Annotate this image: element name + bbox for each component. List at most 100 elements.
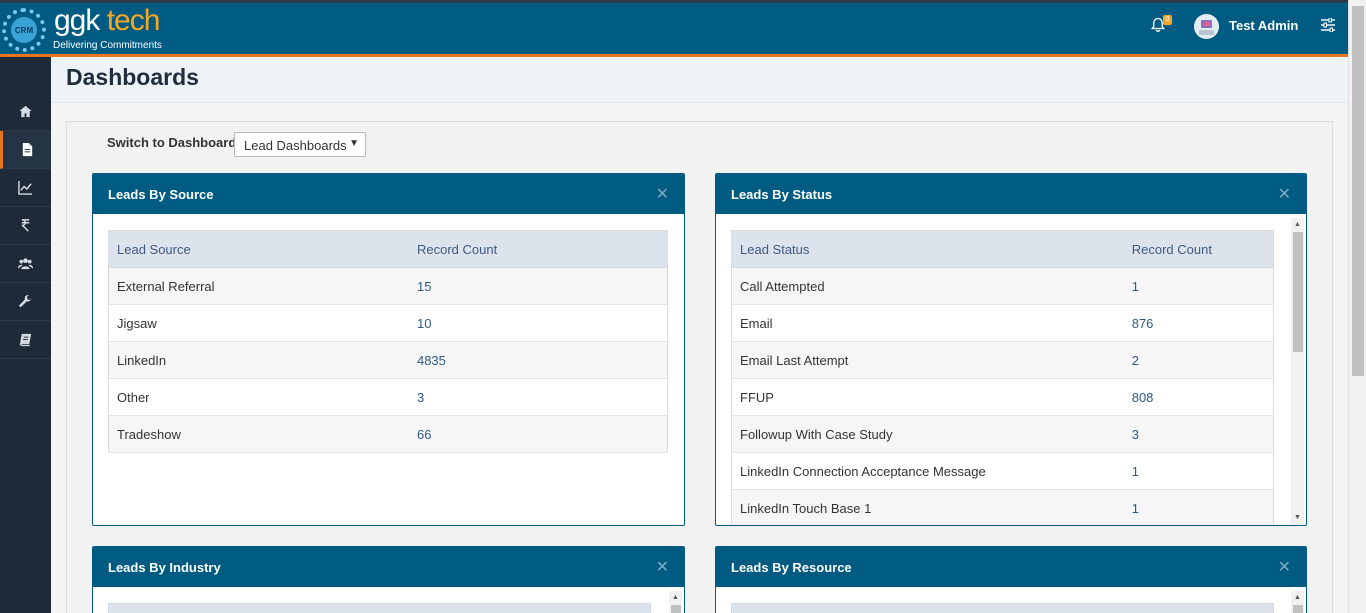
gear-logo-text: CRM xyxy=(11,17,37,43)
close-icon[interactable]: ✕ xyxy=(656,560,669,576)
notification-count-badge: 0 xyxy=(1163,15,1172,25)
record-count-cell[interactable]: 2 xyxy=(1123,341,1274,379)
widget-header: Leads By Status ✕ xyxy=(716,174,1306,214)
table-row: LinkedIn Touch Base 11 xyxy=(731,489,1274,525)
dashboard-select-value: Lead Dashboards xyxy=(244,138,347,153)
record-count-cell[interactable]: 876 xyxy=(1123,304,1274,342)
lead-status-cell: Call Attempted xyxy=(731,267,1124,305)
widget-scrollbar[interactable]: ▲ ▼ xyxy=(1291,218,1304,524)
close-icon[interactable]: ✕ xyxy=(1278,187,1291,203)
widget-title: Leads By Status xyxy=(731,187,833,202)
rupee-icon xyxy=(21,219,30,232)
top-header: CRM ggk tech Delivering Commitments 0 Te… xyxy=(0,0,1348,54)
column-header[interactable]: Lead Source xyxy=(108,230,409,268)
table-header-row: Lead Status Record Count xyxy=(731,230,1274,268)
record-count-cell[interactable]: 4835 xyxy=(408,341,668,379)
crm-gear-logo-icon: CRM xyxy=(2,8,46,52)
table-row: Tradeshow 66 xyxy=(108,415,668,453)
table-row: Followup With Case Study 3 xyxy=(731,415,1274,453)
scroll-up-arrow-icon[interactable]: ▲ xyxy=(1291,591,1304,604)
scrollbar-thumb[interactable] xyxy=(671,605,681,613)
widget-scrollbar[interactable]: ▲ xyxy=(1291,591,1304,613)
dashboard-container: Switch to Dashboard: Lead Dashboards ▼ L… xyxy=(66,121,1333,613)
sidebar-item-reports[interactable] xyxy=(0,169,51,207)
table-row: Jigsaw 10 xyxy=(108,304,668,342)
column-header[interactable]: Lead Status xyxy=(731,230,1124,268)
users-icon xyxy=(18,258,33,270)
table-row: Other 3 xyxy=(108,378,668,416)
scroll-down-arrow-icon[interactable]: ▼ xyxy=(1291,511,1304,524)
record-count-cell[interactable]: 1 xyxy=(1123,267,1274,305)
table-row: LinkedIn 4835 xyxy=(108,341,668,379)
widget-title: Leads By Source xyxy=(108,187,214,202)
widget-title: Leads By Resource xyxy=(731,560,852,575)
switch-dashboard-label: Switch to Dashboard: xyxy=(107,135,241,150)
close-icon[interactable]: ✕ xyxy=(1278,560,1291,576)
brand-name-part1: ggk xyxy=(54,4,100,37)
brand-tagline: Delivering Commitments xyxy=(53,40,162,51)
close-icon[interactable]: ✕ xyxy=(656,187,669,203)
scroll-up-arrow-icon[interactable]: ▲ xyxy=(1291,218,1304,231)
table-row: Email 876 xyxy=(731,304,1274,342)
document-icon xyxy=(22,142,32,157)
user-avatar[interactable] xyxy=(1194,14,1219,39)
page-scrollbar[interactable] xyxy=(1348,0,1366,613)
record-count-cell[interactable]: 1 xyxy=(1123,452,1274,490)
brand-logo[interactable]: ggk tech xyxy=(54,4,160,38)
settings-sliders-icon[interactable] xyxy=(1320,18,1336,32)
dashboard-select[interactable]: Lead Dashboards ▼ xyxy=(234,132,366,157)
widget-header: Leads By Resource ✕ xyxy=(716,547,1306,587)
table-row: Call Attempted 1 xyxy=(731,267,1274,305)
widget-scrollbar[interactable]: ▲ xyxy=(669,591,682,613)
user-name[interactable]: Test Admin xyxy=(1229,18,1298,33)
leads-by-status-table: Lead Status Record Count Call Attempted 1… xyxy=(731,230,1274,525)
leads-by-source-table: Lead Source Record Count External Referr… xyxy=(108,230,668,453)
lead-source-cell: Jigsaw xyxy=(108,304,409,342)
sidebar-item-finance[interactable] xyxy=(0,207,51,245)
table-row: Email Last Attempt 2 xyxy=(731,341,1274,379)
record-count-cell[interactable]: 10 xyxy=(408,304,668,342)
home-icon xyxy=(19,105,32,118)
table-header-row xyxy=(108,603,651,613)
table-row: FFUP 808 xyxy=(731,378,1274,416)
scroll-up-arrow-icon[interactable]: ▲ xyxy=(669,591,682,604)
record-count-cell[interactable]: 3 xyxy=(408,378,668,416)
book-icon xyxy=(19,333,32,347)
scrollbar-thumb[interactable] xyxy=(1293,605,1303,613)
table-row: External Referral 15 xyxy=(108,267,668,305)
sidebar-item-tools[interactable] xyxy=(0,283,51,321)
widget-leads-by-resource: Leads By Resource ✕ ▲ xyxy=(715,546,1307,613)
record-count-cell[interactable]: 808 xyxy=(1123,378,1274,416)
page-header: Dashboards xyxy=(51,57,1348,103)
sidebar-item-home[interactable] xyxy=(0,93,51,131)
record-count-cell[interactable]: 1 xyxy=(1123,489,1274,525)
lead-status-cell: LinkedIn Connection Acceptance Message xyxy=(731,452,1124,490)
lead-source-cell: Tradeshow xyxy=(108,415,409,453)
sidebar-item-users[interactable] xyxy=(0,245,51,283)
record-count-cell[interactable]: 15 xyxy=(408,267,668,305)
sidebar-item-docs[interactable] xyxy=(0,321,51,359)
line-chart-icon xyxy=(18,180,33,195)
widget-title: Leads By Industry xyxy=(108,560,221,575)
table-row: LinkedIn Connection Acceptance Message 1 xyxy=(731,452,1274,490)
widget-header: Leads By Source ✕ xyxy=(93,174,684,214)
scrollbar-thumb[interactable] xyxy=(1293,232,1303,352)
lead-source-cell: LinkedIn xyxy=(108,341,409,379)
widget-header: Leads By Industry ✕ xyxy=(93,547,684,587)
dropdown-arrow-icon: ▼ xyxy=(349,138,359,149)
page-scrollbar-thumb[interactable] xyxy=(1352,6,1364,376)
lead-source-cell: Other xyxy=(108,378,409,416)
lead-source-cell: External Referral xyxy=(108,267,409,305)
widget-leads-by-status: Leads By Status ✕ Lead Status Record Cou… xyxy=(715,173,1307,526)
record-count-cell[interactable]: 66 xyxy=(408,415,668,453)
column-header[interactable]: Record Count xyxy=(408,230,668,268)
column-header[interactable]: Record Count xyxy=(1123,230,1274,268)
lead-status-cell: LinkedIn Touch Base 1 xyxy=(731,489,1124,525)
widget-leads-by-industry: Leads By Industry ✕ ▲ xyxy=(92,546,685,613)
lead-status-cell: Email xyxy=(731,304,1124,342)
lead-status-cell: Email Last Attempt xyxy=(731,341,1124,379)
sidebar-item-documents[interactable] xyxy=(0,131,51,169)
record-count-cell[interactable]: 3 xyxy=(1123,415,1274,453)
wrench-icon xyxy=(19,295,32,308)
sidebar xyxy=(0,57,51,613)
